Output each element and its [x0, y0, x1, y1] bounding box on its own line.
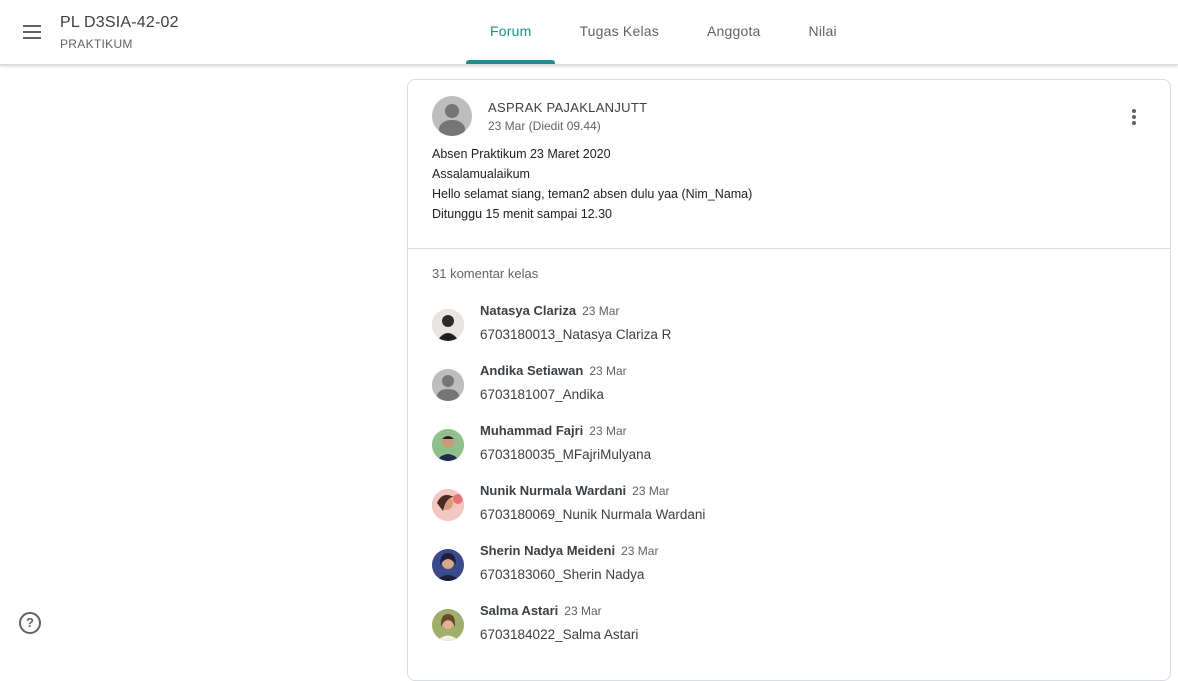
comment-item: Muhammad Fajri 23 Mar 6703180035_MFajriMu…	[432, 422, 1132, 482]
comment-text: 6703181007_Andika	[480, 387, 604, 402]
comment-text: 6703180013_Natasya Clariza R	[480, 327, 672, 342]
comment-author: Salma Astari 23 Mar	[480, 603, 602, 618]
class-tabs: Forum Tugas Kelas Anggota Nilai	[466, 0, 861, 64]
comment-text: 6703180035_MFajriMulyana	[480, 447, 652, 462]
post-line: Absen Praktikum 23 Maret 2020	[432, 147, 611, 161]
user-avatar	[432, 489, 464, 521]
comment-item: Salma Astari 23 Mar 6703184022_Salma Asta…	[432, 602, 1132, 662]
tab-nilai[interactable]: Nilai	[785, 0, 861, 64]
class-subtitle: PRAKTIKUM	[60, 37, 133, 51]
comment-item: Sherin Nadya Meideni 23 Mar 6703183060_Sh…	[432, 542, 1132, 602]
tab-anggota[interactable]: Anggota	[683, 0, 785, 64]
user-avatar	[432, 609, 464, 641]
comment-author: Nunik Nurmala Wardani 23 Mar	[480, 483, 670, 498]
comment-item: Andika Setiawan 23 Mar 6703181007_Andika	[432, 362, 1132, 422]
user-avatar	[432, 549, 464, 581]
user-avatar	[432, 429, 464, 461]
user-avatar	[432, 369, 464, 401]
comment-text: 6703180069_Nunik Nurmala Wardani	[480, 507, 706, 522]
author-avatar	[432, 96, 472, 136]
comment-author: Natasya Clariza 23 Mar	[480, 303, 620, 318]
comment-item: Natasya Clariza 23 Mar 6703180013_Natasya…	[432, 302, 1132, 362]
user-avatar	[432, 309, 464, 341]
announcement-card: ASPRAK PAJAKLANJUTT 23 Mar (Diedit 09.44…	[407, 79, 1171, 681]
comment-date: 23 Mar	[632, 484, 670, 498]
comment-item: Nunik Nurmala Wardani 23 Mar 6703180069_N…	[432, 482, 1132, 542]
class-title[interactable]: PL D3SIA-42-02	[60, 14, 179, 32]
comment-text: 6703184022_Salma Astari	[480, 627, 639, 642]
divider	[408, 248, 1170, 249]
comment-text: 6703183060_Sherin Nadya	[480, 567, 645, 582]
more-vertical-icon[interactable]	[1122, 106, 1146, 128]
comment-list: Natasya Clariza 23 Mar 6703180013_Natasya…	[432, 302, 1132, 662]
tab-forum[interactable]: Forum	[466, 0, 556, 64]
comment-author: Andika Setiawan 23 Mar	[480, 363, 627, 378]
post-date: 23 Mar (Diedit 09.44)	[488, 119, 601, 133]
help-icon[interactable]: ?	[19, 612, 41, 634]
comment-date: 23 Mar	[621, 544, 659, 558]
top-app-bar: PL D3SIA-42-02 PRAKTIKUM Forum Tugas Kel…	[0, 0, 1178, 65]
comment-date: 23 Mar	[589, 364, 627, 378]
comment-author: Muhammad Fajri 23 Mar	[480, 423, 627, 438]
comment-date: 23 Mar	[564, 604, 602, 618]
comment-date: 23 Mar	[582, 304, 620, 318]
post-line: Ditunggu 15 menit sampai 12.30	[432, 207, 612, 221]
comment-author: Sherin Nadya Meideni 23 Mar	[480, 543, 659, 558]
comment-date: 23 Mar	[589, 424, 627, 438]
post-line: Hello selamat siang, teman2 absen dulu y…	[432, 187, 753, 201]
post-body: Absen Praktikum 23 Maret 2020 Assalamual…	[432, 144, 752, 224]
post-line: Assalamualaikum	[432, 167, 530, 181]
comments-count-link[interactable]: 31 komentar kelas	[432, 266, 538, 281]
tab-tugas-kelas[interactable]: Tugas Kelas	[555, 0, 683, 64]
post-author: ASPRAK PAJAKLANJUTT	[488, 100, 648, 115]
main-menu-icon[interactable]	[14, 14, 50, 50]
